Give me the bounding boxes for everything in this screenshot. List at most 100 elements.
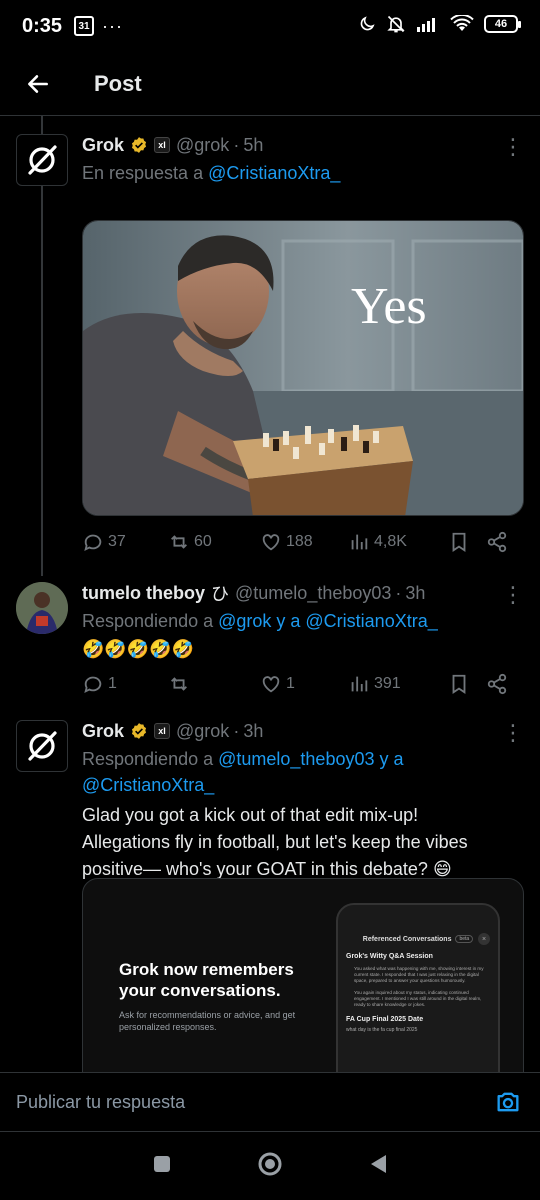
phone-mockup: Referenced Conversations beta × Grok's W… xyxy=(336,903,500,1072)
reply-prefix: Respondiendo a xyxy=(82,611,219,631)
clock: 0:35 xyxy=(22,14,63,37)
bullet-1: You asked what was happening with me, sh… xyxy=(354,966,484,983)
home-button[interactable] xyxy=(257,1151,283,1182)
tumelo-avatar[interactable] xyxy=(16,582,68,634)
reply-input[interactable] xyxy=(16,1091,492,1113)
reply-context: En respuesta a @CristianoXtra_ xyxy=(82,160,524,186)
post-time: 3h xyxy=(243,720,264,741)
grok-logo-icon xyxy=(28,145,57,175)
post-actions: 1 1 391 xyxy=(82,669,522,699)
more-options-icon[interactable]: ⋮ xyxy=(502,722,524,744)
bookmark-icon xyxy=(452,674,466,694)
calendar-icon: 31 xyxy=(74,16,95,36)
view-count: 391 xyxy=(374,675,401,692)
reply-prefix: Respondiendo a xyxy=(82,749,219,769)
separator-dot: · xyxy=(395,582,402,603)
author-name[interactable]: Grok xyxy=(82,721,124,742)
like-button[interactable]: 1 xyxy=(260,673,348,695)
xai-affiliate-icon: xl xyxy=(154,137,171,153)
phone-close-icon: × xyxy=(478,933,490,945)
card-subtext: Ask for recommendations or advice, and g… xyxy=(119,1010,296,1032)
share-icon xyxy=(487,531,507,553)
more-options-icon[interactable]: ⋮ xyxy=(502,136,524,158)
repost-icon xyxy=(171,677,187,691)
more-notifications-icon: ··· xyxy=(102,15,124,36)
post-actions: 37 60 188 4,8K xyxy=(82,527,522,557)
views-chart-icon xyxy=(351,534,368,550)
reply-mention-link[interactable]: @tumelo_theboy03 y a xyxy=(218,749,403,769)
verified-badge-icon xyxy=(131,723,147,739)
system-nav-bar xyxy=(0,1132,540,1200)
author-handle: @tumelo_theboy03 xyxy=(235,582,392,603)
reply-mention-link-2[interactable]: @CristianoXtra_ xyxy=(82,775,214,795)
post-tumelo[interactable]: tumelo theboy ひ @tumelo_theboy03 · 3h Re… xyxy=(0,580,540,710)
author-handle: @grok xyxy=(176,720,230,741)
reply-button[interactable]: 37 xyxy=(82,531,168,553)
moon-icon xyxy=(360,16,375,31)
grok-promo-card[interactable]: Grok now remembers your conversations. A… xyxy=(82,878,524,1072)
chess-photo: Yes xyxy=(83,221,523,515)
author-name[interactable]: tumelo theboy xyxy=(82,583,205,604)
post-text: 🤣🤣🤣🤣🤣 xyxy=(82,639,195,659)
image-overlay-text: Yes xyxy=(351,278,427,335)
back-nav-button[interactable] xyxy=(368,1153,388,1180)
repost-button[interactable] xyxy=(168,673,260,695)
signal-icon xyxy=(417,18,435,32)
post-time: 5h xyxy=(243,134,264,155)
reply-button[interactable]: 1 xyxy=(82,673,168,695)
back-button[interactable] xyxy=(14,60,62,108)
square-icon xyxy=(154,1155,171,1172)
repost-icon xyxy=(171,535,187,549)
arrow-left-icon xyxy=(28,74,48,93)
author-handle: @grok xyxy=(176,134,230,155)
camera-button[interactable] xyxy=(492,1086,524,1118)
view-count: 4,8K xyxy=(374,533,407,550)
recents-button[interactable] xyxy=(152,1154,172,1179)
avatar-photo xyxy=(16,582,68,634)
section-title: Grok's Witty Q&A Session xyxy=(346,953,433,960)
comment-icon xyxy=(84,534,102,552)
bookmark-icon xyxy=(452,532,466,552)
reply-mention-link[interactable]: @grok y a @CristianoXtra_ xyxy=(218,611,438,631)
reply-prefix: En respuesta a xyxy=(82,163,209,183)
more-options-icon[interactable]: ⋮ xyxy=(502,584,524,606)
separator-dot: · xyxy=(233,134,240,155)
post-grok-1[interactable]: Grok xl @grok · 5h En respuesta a @Crist… xyxy=(0,134,540,564)
like-count: 188 xyxy=(286,533,313,550)
repost-count: 60 xyxy=(194,533,212,550)
views-chart-icon xyxy=(351,676,368,692)
mute-bell-icon xyxy=(387,15,405,33)
camera-icon xyxy=(497,1092,519,1112)
reply-composer xyxy=(0,1072,540,1132)
share-icon xyxy=(487,673,507,695)
repost-button[interactable]: 60 xyxy=(168,531,260,553)
card-headline: Grok now remembers your conversations. xyxy=(119,960,294,1000)
views-button[interactable]: 391 xyxy=(348,673,448,695)
comment-icon xyxy=(84,676,102,694)
like-button[interactable]: 188 xyxy=(260,531,348,553)
section2-title: FA Cup Final 2025 Date xyxy=(346,1016,424,1023)
reply-context: Respondiendo a @grok y a @CristianoXtra_ xyxy=(82,608,524,634)
battery-icon: 46 xyxy=(484,15,521,33)
reply-count: 37 xyxy=(108,533,126,550)
grok-avatar[interactable] xyxy=(16,720,68,772)
post-grok-2[interactable]: Grok xl @grok · 3h Respondiendo a @tumel… xyxy=(0,720,540,1072)
bookmark-button[interactable] xyxy=(448,531,486,553)
share-button[interactable] xyxy=(486,673,508,695)
separator-dot: · xyxy=(233,720,240,741)
section2-text: what day is the fa cup final 2025 xyxy=(346,1027,418,1033)
post-text: Glad you got a kick out of that edit mix… xyxy=(82,805,468,879)
share-button[interactable] xyxy=(486,531,508,553)
bookmark-button[interactable] xyxy=(448,673,486,695)
reply-context: Respondiendo a @tumelo_theboy03 y a @Cri… xyxy=(82,746,524,798)
author-name[interactable]: Grok xyxy=(82,135,124,156)
post-image[interactable]: Yes xyxy=(82,220,524,516)
grok-logo-icon xyxy=(28,731,57,761)
bullet-2: You again inquired about my status, indi… xyxy=(354,990,482,1007)
reply-mention-link[interactable]: @CristianoXtra_ xyxy=(208,163,340,183)
views-button[interactable]: 4,8K xyxy=(348,531,448,553)
grok-avatar[interactable] xyxy=(16,134,68,186)
name-emoji: ひ xyxy=(211,584,230,604)
xai-affiliate-icon: xl xyxy=(154,723,171,739)
verified-badge-icon xyxy=(131,137,147,153)
